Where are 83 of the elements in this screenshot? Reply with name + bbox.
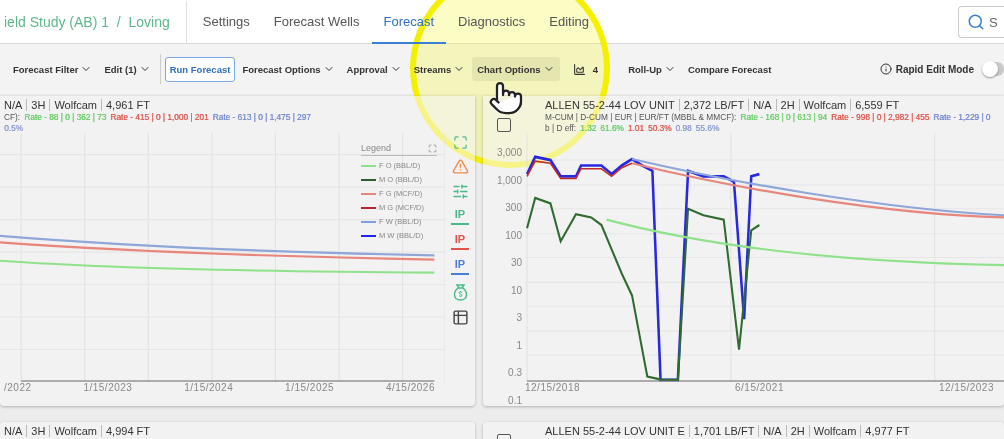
hand-cursor-icon (488, 80, 524, 116)
toolbar-menu[interactable]: Forecast Options (237, 57, 340, 81)
stats-values: Rate - 415 | 0 | 1,000 | 201 (110, 112, 209, 122)
well-attribute: 1,701 LB/FT (688, 425, 759, 437)
axis-tick-label: 1/15/2025 (285, 382, 335, 395)
axis-tick-label: 1 (516, 339, 522, 351)
rapid-edit-toggle[interactable] (984, 62, 1004, 76)
eff-value: 1.01 (627, 123, 644, 133)
warning-icon[interactable] (451, 158, 469, 175)
well-attribute: 4,994 FT (101, 425, 155, 437)
eff-label: b | D eff: (545, 123, 577, 133)
toolbar-menu[interactable]: Approval (341, 57, 407, 81)
toolbar-menu[interactable]: Chart Options (472, 57, 560, 81)
fullscreen-icon[interactable] (452, 135, 468, 150)
well-attribute: N/A (758, 425, 786, 437)
toolbar-button[interactable]: Run Forecast (164, 56, 236, 82)
axis-tick-label: 0.1 (508, 394, 522, 406)
eff-value: 1.32 (580, 123, 597, 133)
axis-tick-label: /2022 (4, 382, 32, 395)
well-attribute: Wolfcam (808, 425, 861, 437)
eff-value: 61.6% (600, 123, 624, 133)
toolbar-menu[interactable]: Forecast Filter (8, 57, 98, 81)
well-attribute: ALLEN 55-2-44 LOV UNIT E (545, 425, 686, 437)
breadcrumb: ield Study (AB) 1 / Loving (0, 0, 187, 44)
nav-tab[interactable]: Diagnostics (446, 0, 538, 44)
toolbar-button[interactable]: Compare Forecast (682, 57, 777, 81)
area-chart-icon (572, 62, 586, 76)
eff-value: 55.6% (695, 123, 720, 133)
legend-title: Legend (361, 143, 392, 153)
sliders-icon[interactable] (451, 183, 469, 200)
table-icon[interactable] (451, 309, 469, 326)
well-attribute: 2,372 LB/FT (678, 99, 749, 111)
well-attribute: N/A (748, 99, 776, 111)
axis-tick-label: 4/15/2026 (385, 382, 435, 395)
info-icon (879, 63, 892, 75)
well-attribute: 6,559 FT (850, 99, 904, 111)
axis-tick-label: 12/15/2018 (525, 382, 581, 395)
axis-tick-label: 3,000 (496, 147, 522, 158)
eff-value: 0.98 (675, 123, 692, 133)
axis-tick-label: 12/15/2023 (938, 382, 994, 395)
ip-button[interactable]: IP (450, 258, 470, 275)
axis-tick-label: 1/15/2023 (83, 382, 133, 395)
stats-values: Rate - 613 | 0 | 1,475 | 297 (212, 112, 311, 122)
well-attribute: Wolfcam (49, 99, 101, 111)
chart-count-button[interactable]: 4 (567, 56, 604, 82)
axis-tick-label: 30 (510, 257, 522, 269)
money-bag-icon[interactable] (451, 283, 469, 301)
axis-tick-label: 1/15/2024 (184, 382, 234, 395)
well-attribute: 3H (26, 425, 50, 437)
well-attribute: Wolfcam (49, 425, 101, 437)
axis-tick-label: 100 (505, 229, 522, 241)
axis-tick-label: 0.3 (508, 367, 522, 379)
well-attribute: 2H (785, 425, 809, 437)
well-attribute: 4,961 FT (101, 99, 155, 111)
stats-label: M-CUM | D-CUM | EUR | EUR/FT (MBBL & MMCF): (545, 112, 737, 122)
toolbar-menu[interactable]: Edit (1) (99, 57, 156, 81)
rapid-edit-label: Rapid Edit Mode (879, 63, 974, 75)
eff-value: 0.5% (4, 123, 23, 133)
checkbox[interactable] (497, 118, 511, 132)
stats-values: Rate - 1,229 | 0 (933, 112, 991, 122)
axis-tick-label: 10 (510, 284, 522, 296)
nav-tab[interactable]: Settings (190, 0, 262, 44)
eff-value: 50.3% (647, 123, 672, 133)
well-attribute: N/A (4, 425, 24, 437)
well-attribute: 3H (26, 99, 50, 111)
stats-values: Rate - 168 | 0 | 613 | 94 (740, 112, 828, 122)
nav-tab[interactable]: Forecast Wells (261, 0, 372, 44)
well-attribute: N/A (4, 99, 24, 111)
toolbar-menu[interactable]: Roll-Up (623, 57, 681, 81)
nav-tab[interactable]: Editing (537, 0, 602, 44)
well-attribute: ALLEN 55-2-44 LOV UNIT (545, 99, 676, 111)
axis-tick-label: 1,000 (496, 174, 522, 186)
well-attribute: Wolfcam (798, 99, 851, 111)
axis-tick-label: 300 (505, 202, 522, 214)
stats-values: Rate - 88 | 0 | 362 | 73 (24, 112, 107, 122)
search-icon (967, 13, 985, 31)
stats-values: Rate - 998 | 0 | 2,982 | 455 (831, 112, 930, 122)
well-attribute: 4,977 FT (860, 425, 914, 437)
axis-tick-label: 6/15/2021 (735, 382, 784, 395)
well-attribute: 2H (775, 99, 799, 111)
axis-tick-label: 3 (516, 312, 522, 324)
stats-label: CF): (4, 112, 21, 122)
search-field[interactable]: S (958, 6, 1004, 38)
